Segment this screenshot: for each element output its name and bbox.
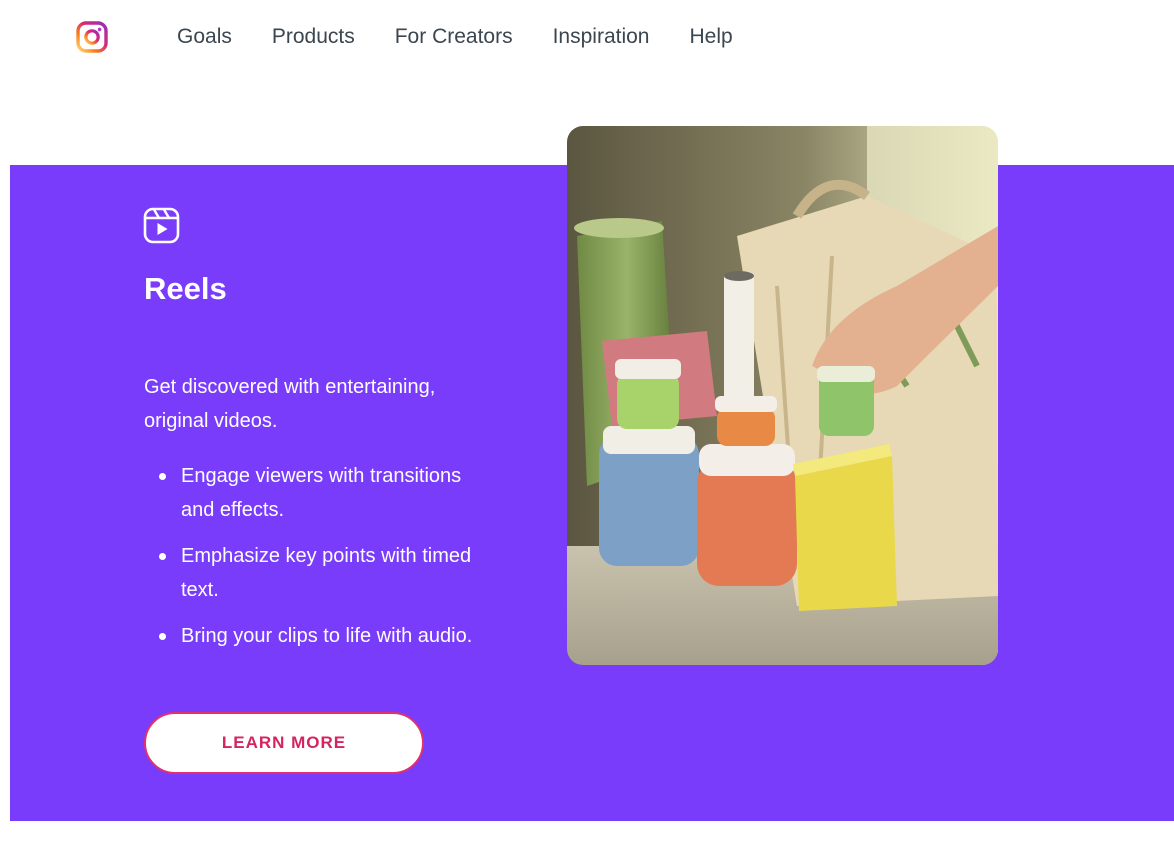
nav-inspiration[interactable]: Inspiration bbox=[553, 24, 650, 50]
feature-title: Reels bbox=[144, 271, 227, 306]
feature-bullet: Engage viewers with transitions and effe… bbox=[159, 459, 481, 527]
feature-bullet: Emphasize key points with timed text. bbox=[159, 539, 481, 607]
reels-icon bbox=[143, 207, 180, 244]
feature-bullet: Bring your clips to life with audio. bbox=[159, 619, 481, 653]
nav-goals[interactable]: Goals bbox=[177, 24, 232, 50]
nav-help[interactable]: Help bbox=[689, 24, 732, 50]
learn-more-button[interactable]: LEARN MORE bbox=[144, 712, 424, 774]
main-nav: Goals Products For Creators Inspiration … bbox=[177, 24, 773, 50]
feature-bullets: Engage viewers with transitions and effe… bbox=[144, 459, 481, 665]
product-photo bbox=[567, 126, 998, 665]
instagram-logo-icon[interactable] bbox=[76, 21, 108, 53]
feature-lead: Get discovered with entertaining, origin… bbox=[144, 376, 436, 432]
nav-for-creators[interactable]: For Creators bbox=[395, 24, 513, 50]
page: Goals Products For Creators Inspiration … bbox=[0, 0, 1174, 862]
learn-more-label: LEARN MORE bbox=[221, 733, 347, 752]
nav-products[interactable]: Products bbox=[272, 24, 355, 50]
